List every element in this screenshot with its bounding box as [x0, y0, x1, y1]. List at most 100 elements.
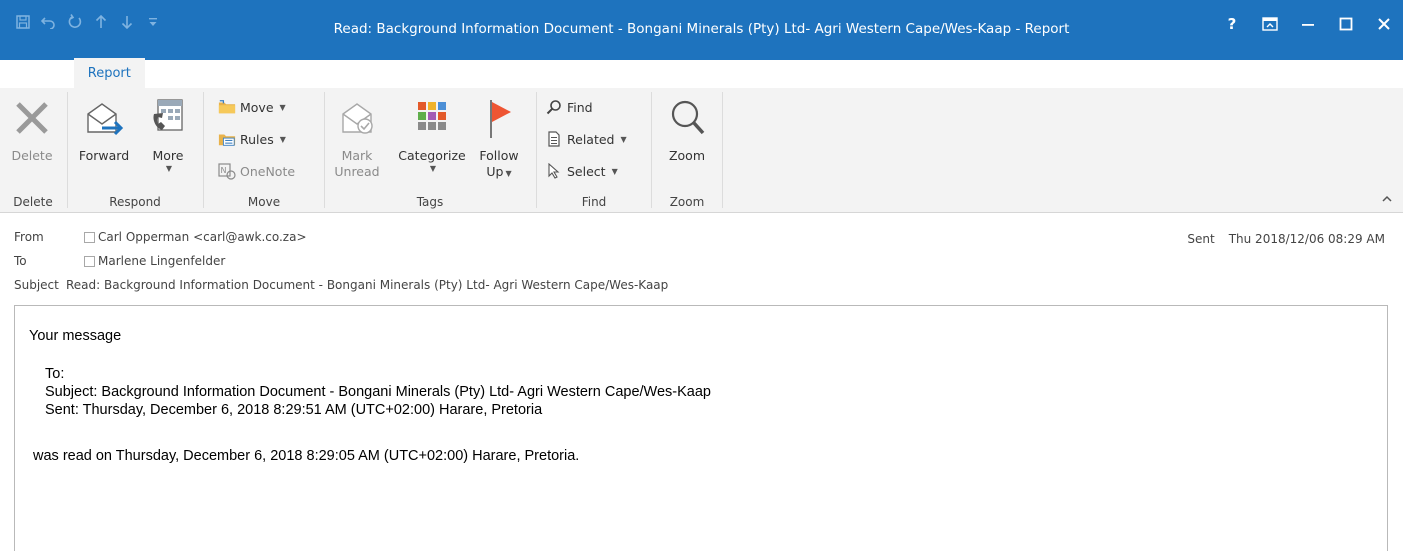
- body-sent-line: Sent: Thursday, December 6, 2018 8:29:51…: [45, 402, 543, 418]
- tab-report[interactable]: Report: [73, 58, 145, 88]
- mark-unread-icon: [342, 103, 373, 134]
- to-contact-checkbox[interactable]: [84, 255, 95, 267]
- onenote-button[interactable]: N OneNote: [218, 160, 295, 182]
- svg-text:N: N: [221, 166, 227, 175]
- help-icon: ?: [1227, 15, 1237, 33]
- onenote-icon: N: [218, 163, 236, 180]
- to-row: To Marlene Lingenfelder: [14, 254, 225, 268]
- message-header: From Carl Opperman <carl@awk.co.za> To M…: [0, 214, 1403, 304]
- find-button[interactable]: Find: [545, 96, 593, 118]
- ribbon-group-delete: Delete Delete: [0, 88, 66, 212]
- maximize-icon: [1339, 17, 1353, 31]
- group-label-zoom: Zoom: [669, 195, 705, 209]
- follow-up-button[interactable]: Follow Up ▼: [475, 94, 523, 182]
- group-label-tags: Tags: [416, 195, 444, 209]
- forward-button[interactable]: Forward: [78, 94, 130, 164]
- close-button[interactable]: [1365, 12, 1403, 36]
- related-dropdown-caret: ▼: [620, 134, 627, 144]
- select-dropdown-caret: ▼: [611, 166, 618, 176]
- minimize-button[interactable]: [1289, 12, 1327, 36]
- delete-button-label: Delete: [11, 148, 53, 163]
- rules-icon: [218, 134, 236, 146]
- from-row: From Carl Opperman <carl@awk.co.za>: [14, 230, 307, 244]
- subject-label: Subject: [14, 278, 59, 292]
- subject-row: Subject Read: Background Information Doc…: [14, 278, 668, 292]
- from-value[interactable]: Carl Opperman <carl@awk.co.za>: [98, 230, 307, 244]
- move-folder-icon: [218, 100, 236, 114]
- window-controls: ?: [1213, 12, 1403, 36]
- find-button-label: Find: [567, 99, 593, 115]
- related-document-icon: [548, 131, 560, 147]
- flag-icon: [490, 100, 511, 138]
- subject-value: Read: Background Information Document - …: [66, 278, 669, 292]
- mark-unread-button[interactable]: Mark Unread: [333, 94, 381, 180]
- to-label: To: [14, 254, 27, 268]
- collapse-ribbon-button[interactable]: [1381, 193, 1393, 206]
- minimize-icon: [1302, 24, 1314, 26]
- move-button-label: Move: [240, 99, 274, 115]
- more-respond-button[interactable]: More ▼: [148, 94, 188, 173]
- zoom-icon: [671, 100, 705, 135]
- rules-button[interactable]: Rules ▼: [218, 128, 286, 150]
- body-intro: Your message: [29, 328, 122, 344]
- message-body[interactable]: Your message To: Subject: Background Inf…: [14, 305, 1388, 551]
- cursor-icon: [548, 163, 560, 179]
- select-button[interactable]: Select ▼: [545, 160, 618, 182]
- categorize-button[interactable]: Categorize ▼: [391, 94, 473, 173]
- more-respond-label: More: [152, 148, 184, 163]
- ribbon-group-find: Find Related ▼ Select ▼ Find: [537, 88, 651, 212]
- follow-up-dropdown-caret: ▼: [505, 169, 512, 178]
- help-button[interactable]: ?: [1213, 12, 1251, 36]
- body-to-line: To:: [45, 366, 65, 382]
- sent-info: Sent Thu 2018/12/06 08:29 AM: [1187, 232, 1385, 246]
- from-label: From: [14, 230, 44, 244]
- group-divider: [722, 92, 723, 208]
- chevron-up-icon: [1382, 195, 1392, 202]
- maximize-button[interactable]: [1327, 12, 1365, 36]
- group-label-find: Find: [581, 195, 607, 209]
- tab-file[interactable]: File: [0, 58, 54, 88]
- close-icon: [1378, 18, 1390, 30]
- body-read-line: was read on Thursday, December 6, 2018 8…: [33, 448, 580, 464]
- rules-button-label: Rules: [240, 131, 274, 147]
- sent-value: Thu 2018/12/06 08:29 AM: [1228, 232, 1385, 246]
- follow-up-label-line2: Up: [486, 164, 504, 179]
- ribbon-group-respond: Forward More ▼ Respond: [68, 88, 202, 212]
- zoom-button-label: Zoom: [668, 148, 706, 163]
- categorize-icon: [418, 102, 446, 130]
- ribbon-group-zoom: Zoom Zoom: [652, 88, 722, 212]
- delete-button[interactable]: Delete: [8, 94, 56, 164]
- related-button-label: Related: [567, 131, 615, 147]
- body-subject-line: Subject: Background Information Document…: [45, 384, 711, 400]
- follow-up-label-line1: Follow: [479, 148, 519, 163]
- categorize-dropdown-caret: ▼: [429, 164, 437, 173]
- categorize-button-label: Categorize: [398, 148, 466, 163]
- group-label-move: Move: [247, 195, 281, 209]
- from-contact-checkbox[interactable]: [84, 231, 95, 243]
- forward-icon: [87, 103, 124, 136]
- ribbon-tabs: File Report: [0, 58, 145, 88]
- rules-dropdown-caret: ▼: [279, 134, 286, 144]
- move-button[interactable]: Move ▼: [218, 96, 286, 118]
- forward-button-label: Forward: [78, 148, 130, 163]
- more-respond-icon: [153, 99, 183, 131]
- onenote-button-label: OneNote: [240, 163, 296, 179]
- sent-label: Sent: [1187, 232, 1215, 246]
- more-dropdown-caret: ▼: [165, 164, 173, 173]
- search-icon: [546, 100, 561, 115]
- ribbon-display-options-button[interactable]: [1251, 12, 1289, 36]
- related-button[interactable]: Related ▼: [545, 128, 627, 150]
- group-label-delete: Delete: [13, 195, 53, 209]
- mark-unread-label-line2: Unread: [334, 164, 380, 179]
- mark-unread-label-line1: Mark: [341, 148, 373, 163]
- zoom-button[interactable]: Zoom: [662, 94, 712, 164]
- select-button-label: Select: [567, 163, 606, 179]
- ribbon: Delete Delete Forward More ▼ Respond Mov…: [0, 88, 1403, 213]
- window-title: Read: Background Information Document - …: [333, 21, 1070, 37]
- ribbon-display-icon: [1262, 17, 1278, 31]
- move-dropdown-caret: ▼: [279, 102, 286, 112]
- ribbon-group-move: Move ▼ Rules ▼ N OneNote Move: [204, 88, 324, 212]
- to-value[interactable]: Marlene Lingenfelder: [98, 254, 225, 268]
- delete-icon: [16, 102, 48, 134]
- group-label-respond: Respond: [109, 195, 161, 209]
